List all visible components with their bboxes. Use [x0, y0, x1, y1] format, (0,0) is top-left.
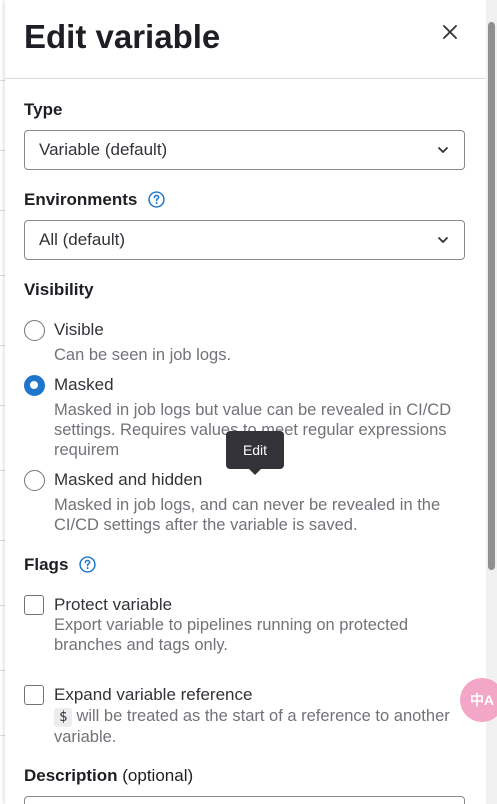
- drawer-header: Edit variable: [5, 0, 486, 79]
- visibility-masked-label[interactable]: Masked: [54, 375, 114, 395]
- help-icon[interactable]: [79, 555, 96, 573]
- visibility-masked-hidden-radio[interactable]: [24, 470, 45, 491]
- environments-select[interactable]: All (default): [24, 220, 465, 260]
- flags-label: Flags: [24, 555, 96, 575]
- expand-variable-label[interactable]: Expand variable reference: [54, 685, 252, 705]
- chevron-down-icon: [438, 147, 448, 153]
- translate-button[interactable]: 中A: [460, 678, 497, 722]
- description-label: Description (optional): [24, 766, 194, 785]
- chevron-down-icon: [438, 237, 448, 243]
- dollar-code: $: [54, 708, 73, 727]
- type-label: Type: [24, 100, 63, 119]
- type-select-value: Variable (default): [39, 140, 168, 159]
- visibility-masked-hidden-label[interactable]: Masked and hidden: [54, 470, 202, 490]
- translate-icon: 中A: [469, 692, 495, 708]
- close-icon: [443, 25, 457, 39]
- protect-variable-help: Export variable to pipelines running on …: [54, 616, 409, 654]
- visibility-masked-hidden-help: Masked in job logs, and can never be rev…: [54, 496, 441, 534]
- protect-variable-checkbox[interactable]: [24, 595, 44, 615]
- drawer-title: Edit variable: [24, 18, 221, 55]
- protect-variable-label[interactable]: Protect variable: [54, 595, 172, 615]
- expand-variable-help: $ will be treated as the start of a refer…: [54, 707, 450, 746]
- visibility-visible-help: Can be seen in job logs.: [54, 346, 232, 364]
- type-select[interactable]: Variable (default): [24, 130, 465, 170]
- description-input[interactable]: [24, 796, 465, 804]
- visibility-label: Visibility: [24, 280, 94, 299]
- close-button[interactable]: [436, 18, 464, 46]
- visibility-visible-radio[interactable]: [24, 320, 45, 341]
- edit-tooltip: Edit: [226, 431, 284, 475]
- visibility-masked-radio[interactable]: [24, 375, 45, 396]
- expand-variable-checkbox[interactable]: [24, 685, 44, 705]
- environments-label: Environments: [24, 190, 165, 210]
- visibility-visible-label[interactable]: Visible: [54, 320, 104, 340]
- scrollbar-thumb[interactable]: [488, 22, 495, 570]
- help-icon[interactable]: [148, 190, 165, 208]
- edit-variable-drawer: Edit variable Type Variable (default) En…: [5, 0, 486, 804]
- environments-select-value: All (default): [39, 230, 125, 249]
